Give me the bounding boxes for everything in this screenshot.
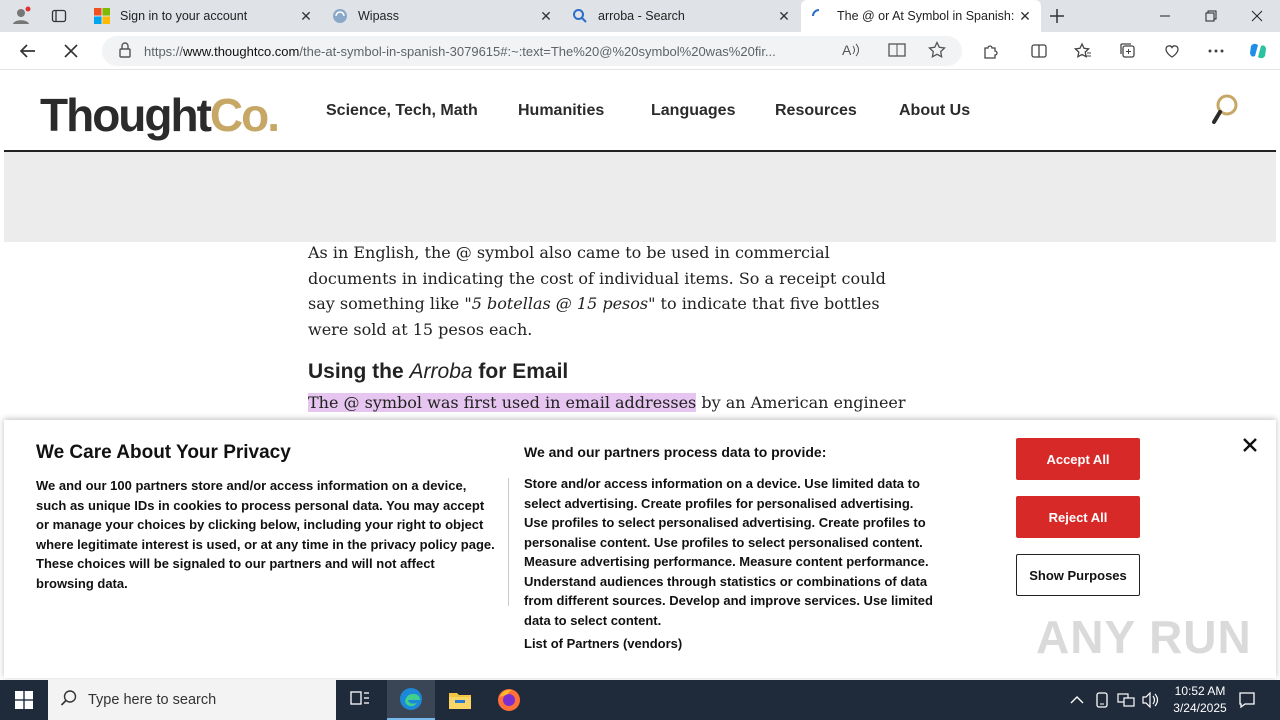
volume-icon[interactable] bbox=[1142, 680, 1160, 720]
tab-actions-icon[interactable] bbox=[44, 2, 74, 30]
nav-about-us[interactable]: About Us bbox=[899, 102, 970, 120]
address-toolbar: https://www.thoughtco.com/the-at-symbol-… bbox=[0, 32, 1280, 70]
file-explorer-icon[interactable] bbox=[436, 680, 484, 720]
nav-languages[interactable]: Languages bbox=[651, 102, 735, 120]
split-screen-icon[interactable] bbox=[1024, 37, 1054, 65]
windows-start-icon[interactable] bbox=[0, 680, 48, 720]
close-tab-icon[interactable]: ✕ bbox=[538, 8, 554, 24]
search-icon bbox=[60, 689, 78, 711]
consent-title: We Care About Your Privacy bbox=[36, 442, 291, 463]
stop-loading-icon[interactable] bbox=[56, 37, 86, 65]
tab-wipass[interactable]: Wipass ✕ bbox=[322, 0, 562, 32]
close-tab-icon[interactable]: ✕ bbox=[1017, 8, 1033, 24]
close-window-icon[interactable] bbox=[1234, 0, 1280, 32]
clock-date: 3/24/2025 bbox=[1173, 701, 1227, 715]
clock-time: 10:52 AM bbox=[1174, 684, 1226, 698]
notifications-icon[interactable] bbox=[1238, 680, 1256, 720]
url-text: https://www.thoughtco.com/the-at-symbol-… bbox=[144, 43, 776, 59]
article-paragraph-highlighted: The @ symbol was first used in email add… bbox=[308, 393, 906, 412]
svg-text:A: A bbox=[842, 42, 852, 58]
search-icon bbox=[572, 8, 588, 24]
wipass-icon bbox=[332, 8, 348, 24]
edge-taskbar-icon[interactable] bbox=[387, 680, 435, 720]
immersive-reader-icon[interactable] bbox=[888, 42, 906, 61]
restore-icon[interactable] bbox=[1188, 0, 1234, 32]
site-header: ThoughtCo. Science, Tech, Math Humanitie… bbox=[4, 70, 1276, 152]
tab-label: Wipass bbox=[358, 9, 399, 23]
article-paragraph: As in English, the @ symbol also came to… bbox=[308, 243, 886, 339]
read-aloud-icon[interactable]: A bbox=[842, 42, 860, 61]
lock-icon bbox=[118, 41, 132, 61]
tab-sign-in[interactable]: Sign in to your account ✕ bbox=[84, 0, 322, 32]
taskbar-search-placeholder: Type here to search bbox=[88, 692, 217, 708]
consent-divider bbox=[508, 478, 509, 606]
anyrun-watermark: ANY RUN bbox=[1036, 611, 1252, 663]
profile-avatar-icon[interactable] bbox=[6, 2, 36, 30]
tab-thoughtco-active[interactable]: The @ or At Symbol in Spanish: N ✕ bbox=[801, 0, 1041, 32]
show-purposes-button[interactable]: Show Purposes bbox=[1016, 554, 1140, 596]
nav-humanities[interactable]: Humanities bbox=[518, 102, 604, 120]
article-body: As in English, the @ symbol also came to… bbox=[308, 240, 908, 416]
consent-purposes-list: Store and/or access information on a dev… bbox=[524, 476, 933, 628]
device-icon[interactable] bbox=[1095, 680, 1109, 720]
thoughtco-logo[interactable]: ThoughtCo. bbox=[40, 88, 280, 142]
ad-placeholder-banner bbox=[4, 152, 1276, 242]
section-heading: Using the Arroba for Email bbox=[308, 360, 569, 383]
consent-purposes-title: We and our partners process data to prov… bbox=[524, 444, 827, 460]
minimize-icon[interactable] bbox=[1142, 0, 1188, 32]
url-field[interactable]: https://www.thoughtco.com/the-at-symbol-… bbox=[102, 36, 962, 66]
reject-all-button[interactable]: Reject All bbox=[1016, 496, 1140, 538]
taskbar-clock[interactable]: 10:52 AM 3/24/2025 bbox=[1162, 683, 1238, 717]
network-icon[interactable] bbox=[1117, 680, 1135, 720]
browser-essentials-icon[interactable] bbox=[1157, 37, 1187, 65]
tab-label: arroba - Search bbox=[598, 9, 685, 23]
copilot-icon[interactable] bbox=[1243, 37, 1273, 65]
tab-label: The @ or At Symbol in Spanish: N bbox=[837, 9, 1017, 23]
accept-all-button[interactable]: Accept All bbox=[1016, 438, 1140, 480]
favorite-star-icon[interactable] bbox=[928, 40, 946, 62]
site-search-icon[interactable] bbox=[1210, 94, 1238, 131]
new-tab-icon[interactable] bbox=[1042, 2, 1072, 30]
extensions-icon[interactable] bbox=[976, 37, 1006, 65]
nav-resources[interactable]: Resources bbox=[775, 102, 857, 120]
taskbar-search-box[interactable]: Type here to search bbox=[48, 680, 336, 720]
tab-label: Sign in to your account bbox=[120, 9, 248, 23]
show-hidden-icons-icon[interactable] bbox=[1070, 680, 1084, 720]
firefox-icon[interactable] bbox=[485, 680, 533, 720]
consent-description: We and our 100 partners store and/or acc… bbox=[36, 478, 495, 591]
windows-taskbar: Type here to search 10:52 AM 3/24/2025 bbox=[0, 680, 1280, 720]
task-view-icon[interactable] bbox=[336, 680, 384, 720]
partners-link[interactable]: List of Partners (vendors) bbox=[524, 636, 682, 651]
favorites-icon[interactable] bbox=[1068, 37, 1098, 65]
loading-spinner-icon bbox=[811, 8, 827, 24]
browser-tab-bar: Sign in to your account ✕ Wipass ✕ arrob… bbox=[0, 0, 1280, 32]
close-tab-icon[interactable]: ✕ bbox=[776, 8, 792, 24]
microsoft-logo-icon bbox=[94, 8, 110, 24]
more-options-icon[interactable] bbox=[1201, 37, 1231, 65]
close-icon[interactable] bbox=[1240, 436, 1260, 456]
nav-science-tech-math[interactable]: Science, Tech, Math bbox=[326, 102, 478, 120]
close-tab-icon[interactable]: ✕ bbox=[298, 8, 314, 24]
tab-arroba-search[interactable]: arroba - Search ✕ bbox=[562, 0, 800, 32]
collections-icon[interactable] bbox=[1113, 37, 1143, 65]
back-arrow-icon[interactable] bbox=[13, 37, 43, 65]
